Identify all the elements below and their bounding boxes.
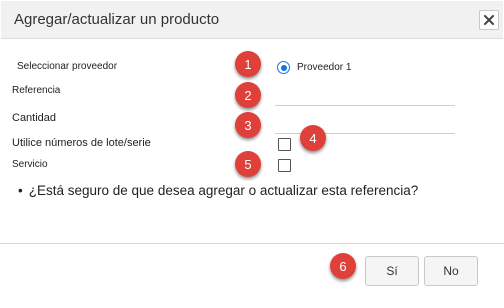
no-button[interactable]: No [424,256,478,286]
proveedor-radio[interactable] [277,61,290,74]
bullet: • [18,183,23,198]
proveedor-option-label[interactable]: Proveedor 1 [297,62,351,73]
referencia-input[interactable] [275,88,455,106]
question-text: ¿Está seguro de que desea agregar o actu… [28,183,419,198]
lote-serie-label: Utilice números de lote/serie [12,137,151,149]
annotation-badge-6: 6 [330,253,356,279]
annotation-badge-4: 4 [300,125,326,151]
cantidad-label: Cantidad [12,112,57,124]
proveedor-label: Seleccionar proveedor [17,61,118,72]
add-update-product-dialog: Agregar/actualizar un producto Seleccion… [0,0,504,308]
close-button[interactable] [479,10,499,30]
yes-button[interactable]: Sí [365,256,419,286]
dialog-titlebar: Agregar/actualizar un producto [1,1,503,39]
close-icon [484,15,494,25]
radio-selected-dot [280,64,287,71]
dialog-title: Agregar/actualizar un producto [14,11,220,28]
annotation-badge-2: 2 [235,82,261,108]
servicio-label: Servicio [12,159,48,170]
footer-divider [0,243,504,244]
annotation-badge-3: 3 [235,112,261,138]
annotation-badge-1: 1 [235,51,261,77]
referencia-label: Referencia [12,85,61,96]
annotation-badge-5: 5 [235,151,261,177]
confirmation-question: • ¿Está seguro de que desea agregar o act… [18,183,418,198]
servicio-checkbox[interactable] [278,159,291,172]
lote-serie-checkbox[interactable] [278,138,291,151]
